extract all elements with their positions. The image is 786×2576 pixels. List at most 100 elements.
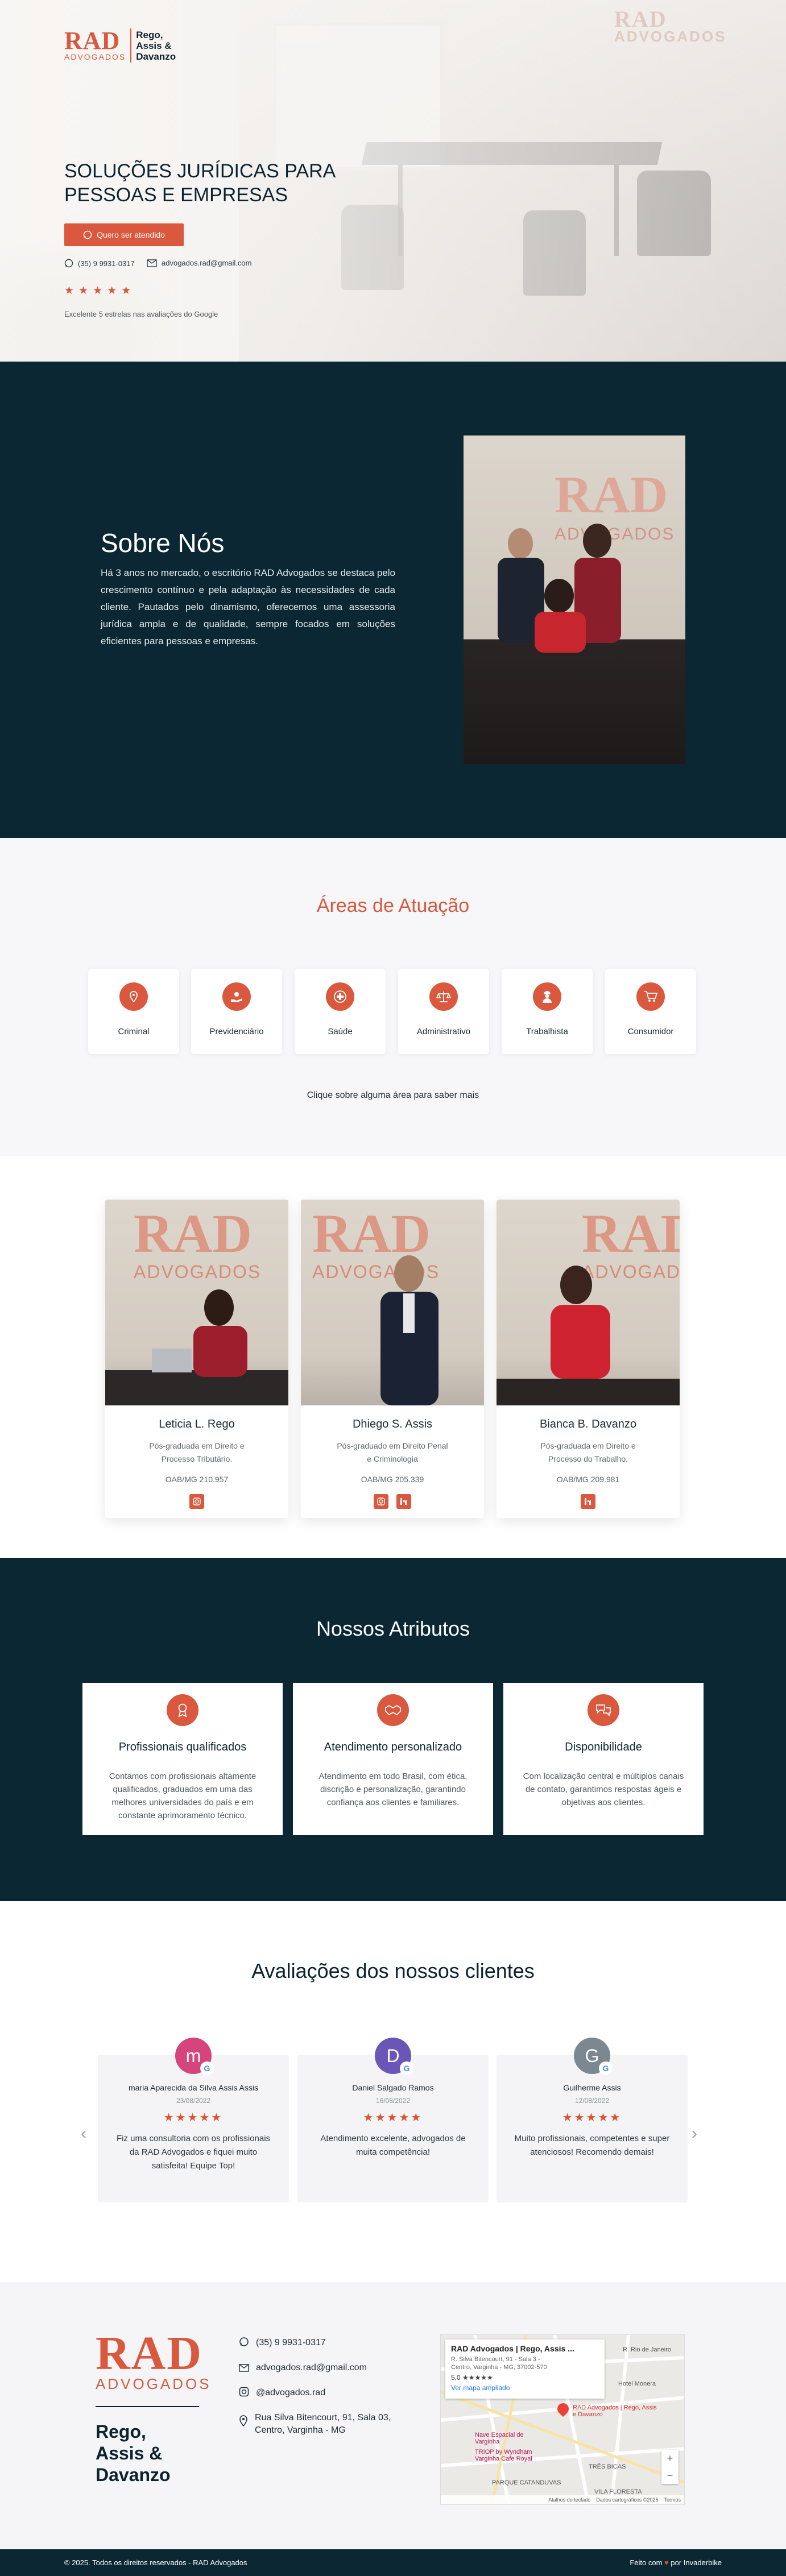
header-logo[interactable]: RAD ADVOGADOS Rego, Assis & Davanzo (64, 28, 176, 63)
map-zoom-controls[interactable]: + − (661, 2450, 679, 2484)
footer-logo-rad: RAD (96, 2327, 202, 2380)
zoom-out-button[interactable]: − (667, 2470, 673, 2482)
credit-post: por Invaderbike (671, 2558, 722, 2567)
area-card-criminal[interactable]: Criminal (88, 969, 179, 1054)
award-icon (167, 1694, 198, 1726)
member-photo: RAD ADVOGADOS (497, 1200, 680, 1405)
review-card: mG maria Aparecida da Silva Assis Assis … (98, 2038, 289, 2202)
review-stars: ★★★★★ (562, 2112, 622, 2124)
area-label: Saúde (328, 1027, 353, 1036)
wall-logo: RAD ADVOGADOS (614, 6, 727, 45)
reviewer-name: Guilherme Assis (563, 2083, 621, 2092)
credits[interactable]: Feito com ♥ por Invaderbike (630, 2558, 722, 2567)
footer-email-text: advogados.rad@gmail.com (256, 2363, 367, 2372)
review-card: DG Daniel Salgado Ramos 16/08/2022 ★★★★★… (297, 2038, 489, 2202)
area-label: Trabalhista (526, 1027, 568, 1036)
linkedin-icon[interactable] (581, 1494, 595, 1509)
footer-email[interactable]: advogados.rad@gmail.com (239, 2362, 367, 2374)
member-photo: RAD ADVOGADOS (301, 1200, 484, 1405)
attribute-card: Atendimento personalizado Atendimento em… (293, 1683, 493, 1835)
reviews-title: Avaliações dos nossos clientes (251, 1959, 535, 1982)
hero-rating-text: Excelente 5 estrelas nas avaliações do G… (64, 310, 218, 318)
google-icon: G (400, 2061, 413, 2075)
footer-divider (96, 2406, 199, 2407)
reviews-section: Avaliações dos nossos clientes ‹ › mG ma… (0, 1901, 786, 2282)
team-member-card: RAD ADVOGADOS Bianca B. Davanzo Pós-grad… (497, 1200, 680, 1518)
whatsapp-icon (83, 230, 92, 239)
review-text: Fiz uma consultoria com os profissionais… (116, 2134, 271, 2171)
reviewer-name: maria Aparecida da Silva Assis Assis (129, 2083, 258, 2092)
carousel-next-button[interactable]: › (692, 2124, 697, 2143)
hero-phone[interactable]: (35) 9 9931-0317 (64, 259, 135, 268)
hero-email[interactable]: advogados.rad@gmail.com (147, 259, 251, 267)
map-label: PARQUE CATANDUVAS (492, 2479, 561, 2486)
svg-text:RAD: RAD (134, 1203, 252, 1264)
zoom-in-button[interactable]: + (667, 2453, 673, 2465)
map-shortcuts-link[interactable]: Atalhos do teclado (548, 2497, 590, 2503)
map-label: VILA FLORESTA (594, 2488, 642, 2495)
area-card-consumidor[interactable]: Consumidor (605, 969, 696, 1054)
svg-text:ADVOGADOS: ADVOGADOS (134, 1262, 261, 1282)
page: RAD ADVOGADOS RAD ADVOGADOS Rego, Assis &… (0, 0, 786, 2576)
footer-address-line2: Centro, Varginha - MG (255, 2425, 346, 2435)
area-label: Criminal (118, 1027, 150, 1036)
member-oab: OAB/MG 210.957 (165, 1475, 229, 1484)
member-description: Pós-graduada em Direito e Processo Tribu… (149, 1441, 245, 1463)
cta-button[interactable]: Quero ser atendido (64, 223, 184, 246)
carousel-prev-button[interactable]: ‹ (81, 2124, 86, 2143)
member-links (105, 1494, 288, 1509)
svg-text:RAD: RAD (555, 466, 668, 524)
map-pin-icon (239, 2415, 247, 2426)
map-address-line2: Centro, Varginha - MG, 37002-570 (451, 2364, 547, 2371)
review-date: 16/08/2022 (375, 2097, 411, 2105)
review-date: 23/08/2022 (176, 2097, 211, 2105)
area-label: Previdenciário (209, 1027, 264, 1036)
area-card-previdenciario[interactable]: Previdenciário (191, 969, 282, 1054)
area-card-trabalhista[interactable]: Trabalhista (502, 969, 593, 1054)
instagram-icon[interactable] (374, 1494, 388, 1509)
mail-icon (239, 2364, 249, 2372)
map-terms-link[interactable]: Termos (664, 2497, 681, 2503)
bottom-bar: © 2025. Todos os direitos reservados - R… (0, 2549, 786, 2576)
hero-headline: SOLUÇÕES JURÍDICAS PARA PESSOAS E EMPRES… (64, 159, 383, 207)
about-section: Sobre Nós Há 3 anos no mercado, o escrit… (0, 362, 786, 838)
map-rating: 5,0 ★★★★★ (451, 2374, 493, 2382)
google-map[interactable]: RAD Advogados | Rego, Assis ... R. Silva… (440, 2334, 685, 2505)
map-label: TRIOP by Wyndham Varginha Cafe Royal (475, 2449, 532, 2462)
area-card-saude[interactable]: Saúde (295, 969, 386, 1054)
avatar: DG (375, 2038, 413, 2075)
instagram-icon[interactable] (189, 1494, 204, 1509)
areas-title: Áreas de Atuação (316, 895, 470, 916)
map-label: Hotel Monera (618, 2380, 656, 2387)
whatsapp-icon (239, 2337, 249, 2346)
member-photo: RAD ADVOGADOS (105, 1200, 288, 1405)
map-pin-icon (119, 982, 148, 1011)
hero-section: RAD ADVOGADOS RAD ADVOGADOS Rego, Assis &… (0, 0, 786, 362)
chat-icon (588, 1694, 619, 1726)
logo-rad: RAD (64, 27, 121, 55)
attribute-card: Disponibilidade Com localização central … (503, 1683, 704, 1835)
about-text: Há 3 anos no mercado, o escritório RAD A… (101, 567, 395, 646)
member-description: Pós-graduada em Direito e Processo do Tr… (540, 1441, 636, 1463)
map-label: TRÊS BICAS (589, 2463, 626, 2470)
areas-section: Áreas de Atuação Criminal Previdenciário… (0, 838, 786, 1156)
cart-icon (636, 982, 665, 1011)
footer-instagram[interactable]: @advogados.rad (239, 2387, 325, 2399)
hero-phone-text: (35) 9 9931-0317 (78, 259, 135, 268)
map-larger-link[interactable]: Ver mapa ampliado (451, 2384, 599, 2392)
cta-label: Quero ser atendido (97, 230, 165, 239)
logo-names: Rego, Assis & Davanzo (136, 30, 176, 62)
about-title: Sobre Nós (101, 528, 225, 558)
map-footer: Atalhos do teclado Dados cartográficos ©… (441, 2495, 684, 2504)
footer-phone[interactable]: (35) 9 9931-0317 (239, 2337, 326, 2349)
svg-text:ADVOGADOS: ADVOGADOS (582, 1262, 680, 1282)
google-icon: G (599, 2061, 613, 2075)
footer-address[interactable]: Rua Silva Bitencourt, 91, Sala 03, Centr… (239, 2412, 391, 2437)
linkedin-icon[interactable] (396, 1494, 411, 1509)
logo-name-2: Assis & (136, 40, 172, 51)
footer-logo-subtitle: ADVOGADOS (96, 2375, 212, 2392)
hero-email-text: advogados.rad@gmail.com (162, 259, 252, 267)
attribute-card: Profissionais qualificados Contamos com … (82, 1683, 283, 1835)
worker-icon (533, 982, 561, 1011)
area-card-administrativo[interactable]: Administrativo (398, 969, 489, 1054)
